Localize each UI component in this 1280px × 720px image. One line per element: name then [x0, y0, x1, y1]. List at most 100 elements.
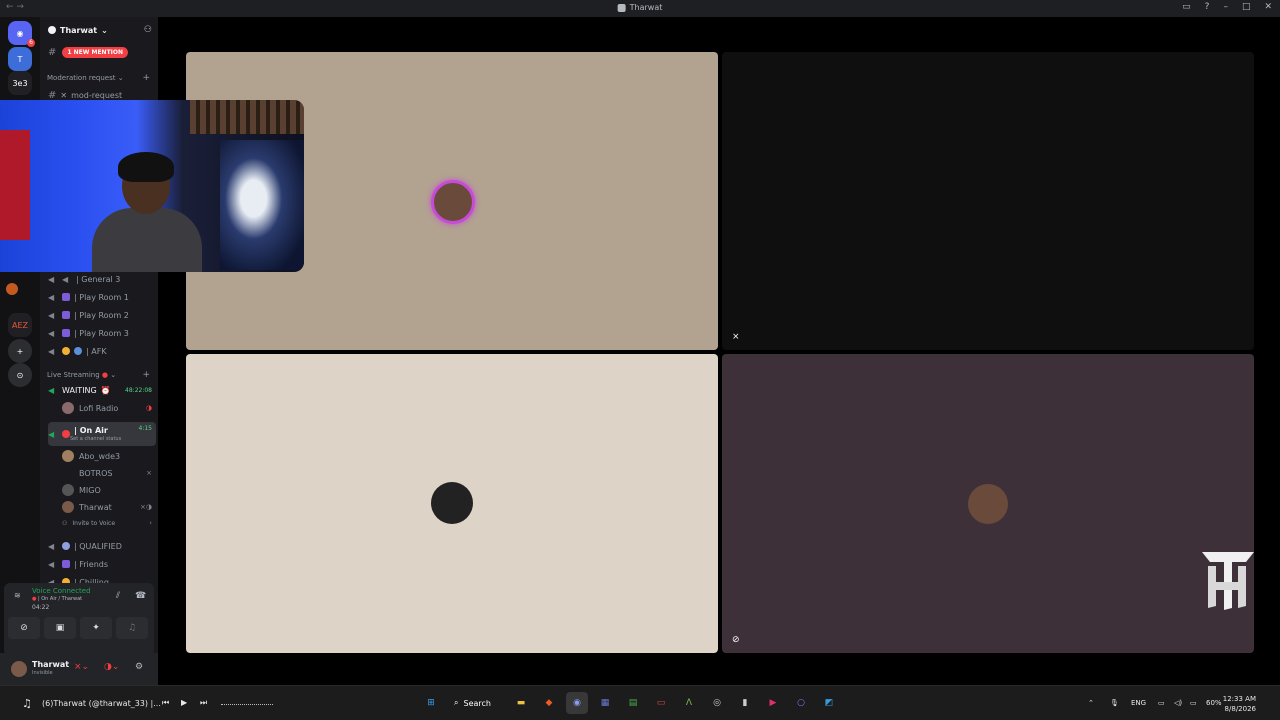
next-track-icon[interactable]: ⏭ [200, 698, 207, 708]
discord-taskbar-icon[interactable]: ◉ [566, 692, 588, 714]
participant-tile[interactable]: ⨯ [722, 52, 1254, 350]
sleepy-emoji-icon [62, 347, 70, 355]
voice-user[interactable]: Tharwat ⨯◑ [62, 499, 154, 515]
channel-friends[interactable]: ◀ | Friends [48, 556, 156, 572]
discord-logo-icon: ◉ [16, 28, 24, 38]
language-indicator[interactable]: ENG [1131, 699, 1146, 707]
headphones-deafened-icon[interactable]: ◑⌄ [104, 662, 119, 672]
channel-general-3[interactable]: ◀ ◀ | General 3 [48, 271, 156, 287]
activities-button[interactable]: ✦ [80, 617, 112, 639]
voice-channel-path[interactable]: ● | On Air / Tharwat [32, 596, 82, 602]
avatar[interactable] [11, 661, 27, 677]
network-icon[interactable]: ▭ [1158, 699, 1165, 707]
battery-icon[interactable]: ▭ [1190, 699, 1197, 707]
photos-icon[interactable]: ◩ [818, 692, 840, 714]
server-icon-aez[interactable]: AEZ [8, 313, 32, 337]
avatar [62, 467, 74, 479]
voice-status[interactable]: Voice Connected [32, 587, 91, 595]
volume-icon[interactable]: ◁) [1174, 699, 1182, 707]
webcam-person [92, 208, 202, 272]
server-icon-3e3[interactable]: 3e3 [8, 71, 32, 95]
channel-waiting[interactable]: ◀ WAITING ⏰ 48:22:08 [48, 382, 156, 398]
app-icon[interactable]: Λ [678, 692, 700, 714]
speaker-icon: ◀ [48, 559, 55, 569]
app-icon[interactable]: ○ [790, 692, 812, 714]
channel-play-room-2[interactable]: ◀ | Play Room 2 [48, 307, 156, 323]
store-icon[interactable]: ▤ [622, 692, 644, 714]
gear-icon[interactable]: ⚙ [135, 662, 143, 672]
red-circle-icon [62, 430, 70, 438]
server-icon-small[interactable] [6, 283, 18, 295]
start-button[interactable]: ⊞ [420, 692, 442, 714]
clock[interactable]: 12:33 AM 8/8/2026 [1223, 694, 1256, 714]
channel-play-room-1[interactable]: ◀ | Play Room 1 [48, 289, 156, 305]
previous-track-icon[interactable]: ⏮ [162, 698, 169, 708]
voice-user[interactable]: MIGO [62, 482, 154, 498]
participant-tile[interactable] [186, 354, 718, 653]
channel-afk[interactable]: ◀ | AFK [48, 343, 156, 359]
mic-muted-icon: ⨯ [732, 332, 740, 342]
help-icon[interactable]: ? [1205, 2, 1210, 12]
microphone-icon[interactable]: 🎙 [1110, 699, 1119, 707]
speaker-icon: ◀ [48, 385, 55, 395]
category-live-streaming[interactable]: Live Streaming ● ⌄ [47, 371, 116, 379]
add-server-button[interactable]: + [8, 339, 32, 363]
noise-suppression-icon[interactable]: ⫽ [116, 591, 120, 601]
avatar [62, 484, 74, 496]
user-panel: Tharwat Invisible ⨯⌄ ◑⌄ ⚙ [0, 653, 158, 685]
muted-deafened-icon: ⨯◑ [140, 503, 152, 511]
voice-user[interactable]: Abo_wde3 [62, 448, 154, 464]
invite-to-voice[interactable]: ⚇ Invite to Voice › [62, 515, 154, 531]
add-channel-icon[interactable]: + [142, 73, 150, 83]
channel-on-air[interactable]: ◀ | On Air 4:15 Set a channel status [48, 422, 156, 446]
mention-row[interactable]: # 1 NEW MENTION [48, 47, 129, 58]
hash-icon: # [48, 89, 57, 101]
webcam-background [190, 100, 304, 134]
disconnect-icon[interactable]: ☎ [135, 591, 146, 601]
close-button[interactable]: ✕ [1264, 2, 1272, 12]
back-forward-icons[interactable]: ← → [6, 2, 24, 12]
signal-icon[interactable]: ≋ [14, 591, 21, 600]
guild-header[interactable]: Tharwat ⌄ ⚇ [40, 17, 158, 43]
server-icon-tharwat[interactable]: T [8, 47, 32, 71]
camera-off-button[interactable]: ⊘ [8, 617, 40, 639]
mic-muted-icon[interactable]: ⨯⌄ [74, 662, 89, 672]
soundboard-button[interactable]: ♫ [116, 617, 148, 639]
teams-icon[interactable]: ▦ [594, 692, 616, 714]
now-playing[interactable]: (6)Tharwat (@tharwat_33) |... [42, 699, 161, 708]
home-button[interactable]: ◉ 6 [8, 21, 35, 47]
app-icon[interactable]: ▭ [650, 692, 672, 714]
add-channel-icon[interactable]: + [142, 370, 150, 380]
speaker-icon: ◀ [48, 429, 55, 439]
channel-qualified[interactable]: ◀ | QUALIFIED [48, 538, 156, 554]
discover-button[interactable]: ⊙ [8, 363, 32, 387]
user-name[interactable]: Tharwat [32, 660, 69, 669]
app-icon[interactable]: ◎ [706, 692, 728, 714]
voice-user-lofi-radio[interactable]: Lofi Radio ◑ [62, 400, 154, 416]
alarm-clock-icon: ⏰ [100, 385, 111, 395]
file-explorer-icon[interactable]: ▬ [510, 692, 532, 714]
add-member-icon[interactable]: ⚇ [144, 25, 152, 35]
voice-user[interactable]: BOTROS ⨯ [62, 465, 154, 481]
category-moderation[interactable]: Moderation request ⌄ [47, 74, 124, 82]
window-title-text: Tharwat [629, 3, 663, 12]
share-screen-button[interactable]: ▣ [44, 617, 76, 639]
avatar [62, 450, 74, 462]
participant-tile[interactable]: ⊘ [722, 354, 1254, 653]
search-button[interactable]: ⌕ Search [448, 692, 504, 714]
channel-logo-watermark [1202, 552, 1254, 610]
epic-games-icon[interactable]: ▮ [734, 692, 756, 714]
minimize-button[interactable]: – [1223, 2, 1228, 12]
hash-icon: # [48, 47, 57, 58]
channel-play-room-3[interactable]: ◀ | Play Room 3 [48, 325, 156, 341]
chevron-up-icon[interactable]: ⌃ [1088, 699, 1094, 707]
inbox-icon[interactable]: ▭ [1182, 2, 1191, 12]
speaker-icon: ◀ [48, 274, 55, 284]
new-mention-pill[interactable]: 1 NEW MENTION [62, 47, 129, 58]
maximize-button[interactable]: □ [1242, 2, 1251, 12]
brave-icon[interactable]: ◆ [538, 692, 560, 714]
media-progress-bar[interactable] [221, 704, 273, 705]
media-player-icon[interactable]: ▶ [762, 692, 784, 714]
channel-status[interactable]: Set a channel status [70, 436, 121, 442]
play-icon[interactable]: ▶ [181, 698, 187, 707]
